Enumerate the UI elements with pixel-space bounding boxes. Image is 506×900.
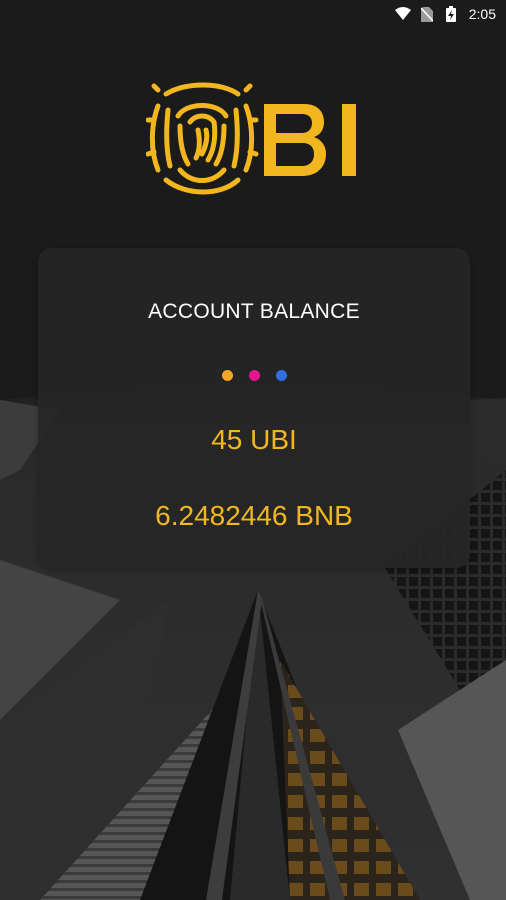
pink-dot: [248, 370, 260, 381]
bnb-balance: 6.2482446 BNB: [155, 500, 353, 531]
balance-card: ACCOUNT BALANCE 45 UBI 6.2482446 BNB: [38, 248, 470, 568]
ubi-logo: [145, 80, 362, 198]
dot-indicator: [38, 370, 470, 381]
blue-dot: [275, 370, 287, 381]
status-time: 2:05: [468, 6, 496, 22]
battery-charging-icon: [443, 6, 459, 22]
no-sim-icon: [419, 6, 435, 22]
status-bar: 2:05: [0, 0, 506, 28]
app-screen: 2:05 ACCOUNT BALANCE 45 UBI 6.2482446 BN…: [0, 0, 506, 900]
ubi-balance: 45 UBI: [211, 424, 297, 455]
account-balance-title: ACCOUNT BALANCE: [148, 300, 360, 323]
fingerprint-icon: [145, 82, 356, 195]
wifi-icon: [394, 6, 411, 22]
orange-dot: [221, 370, 233, 381]
